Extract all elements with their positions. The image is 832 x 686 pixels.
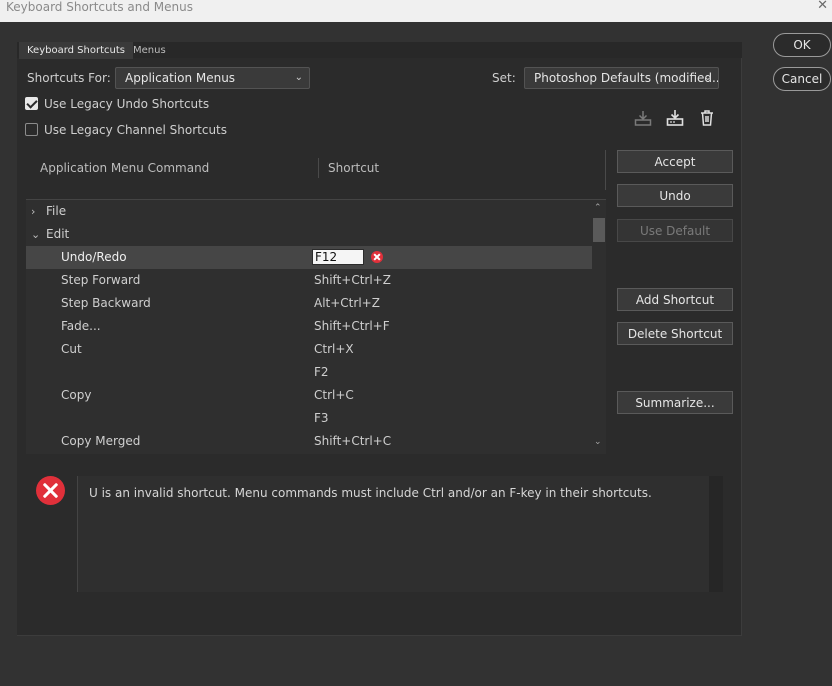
- title-bar: Keyboard Shortcuts and Menus ✕: [0, 0, 832, 22]
- table-row[interactable]: Step Backward Alt+Ctrl+Z: [26, 292, 592, 315]
- error-icon: [36, 476, 65, 505]
- set-value: Photoshop Defaults (modified...: [534, 71, 719, 85]
- delete-shortcut-button[interactable]: Delete Shortcut: [617, 322, 733, 345]
- chevron-down-icon[interactable]: ⌄: [594, 437, 602, 447]
- use-default-button[interactable]: Use Default: [617, 219, 733, 242]
- group-label: File: [46, 204, 67, 218]
- table-row[interactable]: Step Forward Shift+Ctrl+Z: [26, 269, 592, 292]
- command-cell: Step Backward: [61, 296, 151, 310]
- command-cell: Copy Merged: [61, 434, 141, 448]
- shortcut-cell: F2: [314, 365, 329, 379]
- group-row-edit[interactable]: ⌄ Edit: [26, 223, 592, 246]
- group-label: Edit: [46, 227, 70, 241]
- summarize-button[interactable]: Summarize...: [617, 391, 733, 414]
- error-message: U is an invalid shortcut. Menu commands …: [89, 486, 652, 500]
- chevron-right-icon[interactable]: ›: [31, 200, 35, 223]
- shortcut-cell: Shift+Ctrl+F: [314, 319, 390, 333]
- tab-menus[interactable]: Menus: [125, 42, 174, 59]
- legacy-undo-label: Use Legacy Undo Shortcuts: [44, 97, 210, 111]
- delete-set-icon[interactable]: [697, 108, 717, 128]
- save-set-as-icon[interactable]: [665, 108, 685, 128]
- command-cell: Fade...: [61, 319, 101, 333]
- shortcut-cell: F3: [314, 411, 329, 425]
- set-select[interactable]: Photoshop Defaults (modified... ⌄: [524, 67, 719, 89]
- scrollbar-thumb[interactable]: [593, 218, 605, 242]
- column-divider: [605, 150, 606, 190]
- table-row[interactable]: F2: [26, 361, 592, 384]
- chevron-up-icon[interactable]: ⌃: [594, 203, 602, 213]
- shortcut-cell: Ctrl+X: [314, 342, 354, 356]
- table-scrollbar[interactable]: ⌃ ⌄: [592, 201, 606, 454]
- table-row[interactable]: Fade... Shift+Ctrl+F: [26, 315, 592, 338]
- shortcut-table: › File ⌄ Edit Undo/Redo F12 Step Forward…: [26, 199, 606, 454]
- table-row[interactable]: F3: [26, 407, 592, 430]
- command-cell: Copy: [61, 388, 92, 402]
- set-label: Set:: [492, 71, 516, 85]
- legacy-channel-checkbox[interactable]: [25, 123, 38, 136]
- legacy-channel-label: Use Legacy Channel Shortcuts: [44, 123, 228, 137]
- shortcuts-for-value: Application Menus: [125, 71, 236, 85]
- shortcut-cell: Alt+Ctrl+Z: [314, 296, 380, 310]
- shortcuts-for-select[interactable]: Application Menus ⌄: [115, 67, 310, 89]
- chevron-down-icon[interactable]: ⌄: [31, 223, 40, 246]
- cancel-button[interactable]: Cancel: [773, 67, 831, 91]
- tab-keyboard-shortcuts[interactable]: Keyboard Shortcuts: [19, 42, 133, 59]
- table-row[interactable]: Cut Ctrl+X: [26, 338, 592, 361]
- group-row-file[interactable]: › File: [26, 200, 592, 223]
- command-cell: Cut: [61, 342, 82, 356]
- table-row[interactable]: Copy Merged Shift+Ctrl+C: [26, 430, 592, 453]
- accept-button[interactable]: Accept: [617, 150, 733, 173]
- column-header-command: Application Menu Command: [40, 161, 210, 175]
- error-icon: [371, 251, 383, 263]
- save-set-icon[interactable]: [633, 108, 653, 128]
- shortcut-cell: Shift+Ctrl+C: [314, 434, 392, 448]
- shortcut-cell: Shift+Ctrl+Z: [314, 273, 391, 287]
- chevron-down-icon: ⌄: [294, 72, 303, 83]
- message-scrollbar[interactable]: [709, 476, 723, 592]
- shortcuts-for-label: Shortcuts For:: [27, 71, 111, 85]
- command-cell: Step Forward: [61, 273, 141, 287]
- message-area: U is an invalid shortcut. Menu commands …: [77, 476, 723, 592]
- command-cell: Undo/Redo: [61, 250, 127, 264]
- undo-button[interactable]: Undo: [617, 184, 733, 207]
- add-shortcut-button[interactable]: Add Shortcut: [617, 288, 733, 311]
- shortcut-edit-field[interactable]: F12: [312, 249, 364, 265]
- close-icon[interactable]: ✕: [817, 0, 828, 13]
- shortcut-cell: Ctrl+C: [314, 388, 354, 402]
- table-row[interactable]: Copy Ctrl+C: [26, 384, 592, 407]
- chevron-down-icon: ⌄: [703, 72, 712, 83]
- column-header-shortcut: Shortcut: [328, 161, 380, 175]
- column-divider: [318, 158, 319, 178]
- window-title: Keyboard Shortcuts and Menus: [6, 0, 193, 14]
- table-row[interactable]: Undo/Redo F12: [26, 246, 592, 269]
- legacy-undo-checkbox[interactable]: [25, 97, 38, 110]
- ok-button[interactable]: OK: [773, 33, 831, 57]
